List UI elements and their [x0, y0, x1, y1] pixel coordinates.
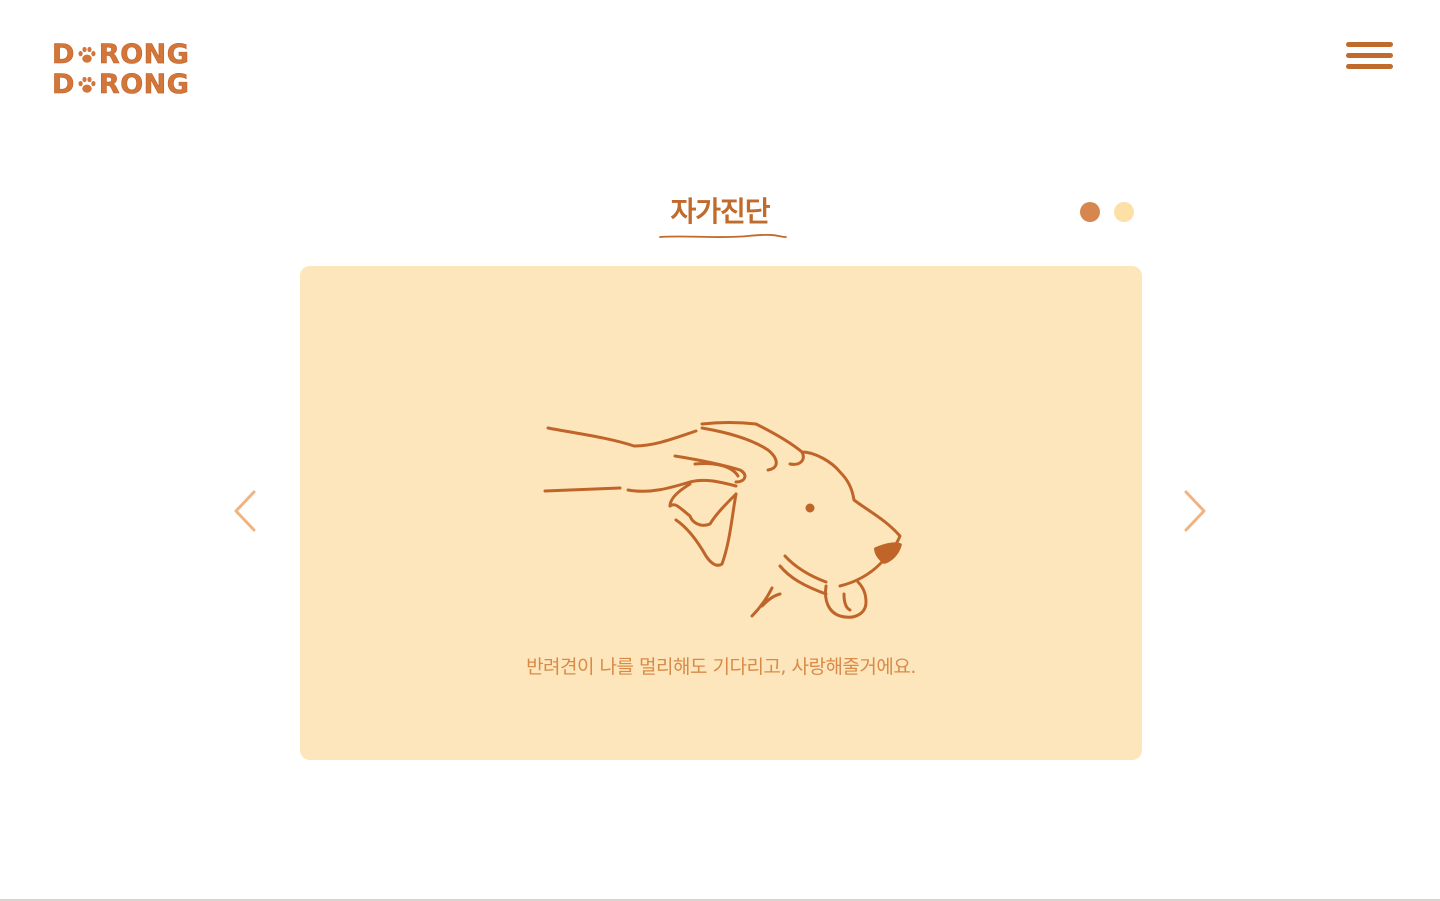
logo-word: RONG [98, 69, 190, 100]
page: D RONG D RONG 자가진단 반려견이 나를 멀리해도 기다리고, 사랑… [0, 0, 1440, 901]
logo-letter-d: D [52, 69, 75, 100]
page-title: 자가진단 [670, 195, 770, 228]
paw-icon [78, 46, 96, 63]
logo-line-2: D RONG [52, 69, 202, 100]
hamburger-icon-bar-middle [1346, 53, 1393, 58]
logo[interactable]: D RONG D RONG [52, 39, 202, 102]
carousel-dot-2[interactable] [1114, 202, 1134, 222]
logo-word: RONG [98, 39, 190, 70]
chevron-left-icon[interactable] [230, 488, 260, 534]
hand-petting-dog-illustration [543, 421, 902, 619]
carousel-slide-card: 반려견이 나를 멀리해도 기다리고, 사랑해줄거에요. [300, 266, 1142, 760]
chevron-right-icon[interactable] [1180, 488, 1210, 534]
slide-caption: 반려견이 나를 멀리해도 기다리고, 사랑해줄거에요. [526, 656, 916, 678]
hamburger-menu-button[interactable] [1346, 42, 1394, 70]
paw-icon [78, 76, 96, 93]
logo-letter-d: D [52, 39, 75, 70]
title-underline [659, 233, 787, 239]
logo-line-1: D RONG [52, 39, 202, 70]
hamburger-icon-bar-bottom [1346, 64, 1393, 69]
hamburger-icon-bar-top [1346, 42, 1393, 47]
carousel-dot-1-active[interactable] [1080, 202, 1100, 222]
